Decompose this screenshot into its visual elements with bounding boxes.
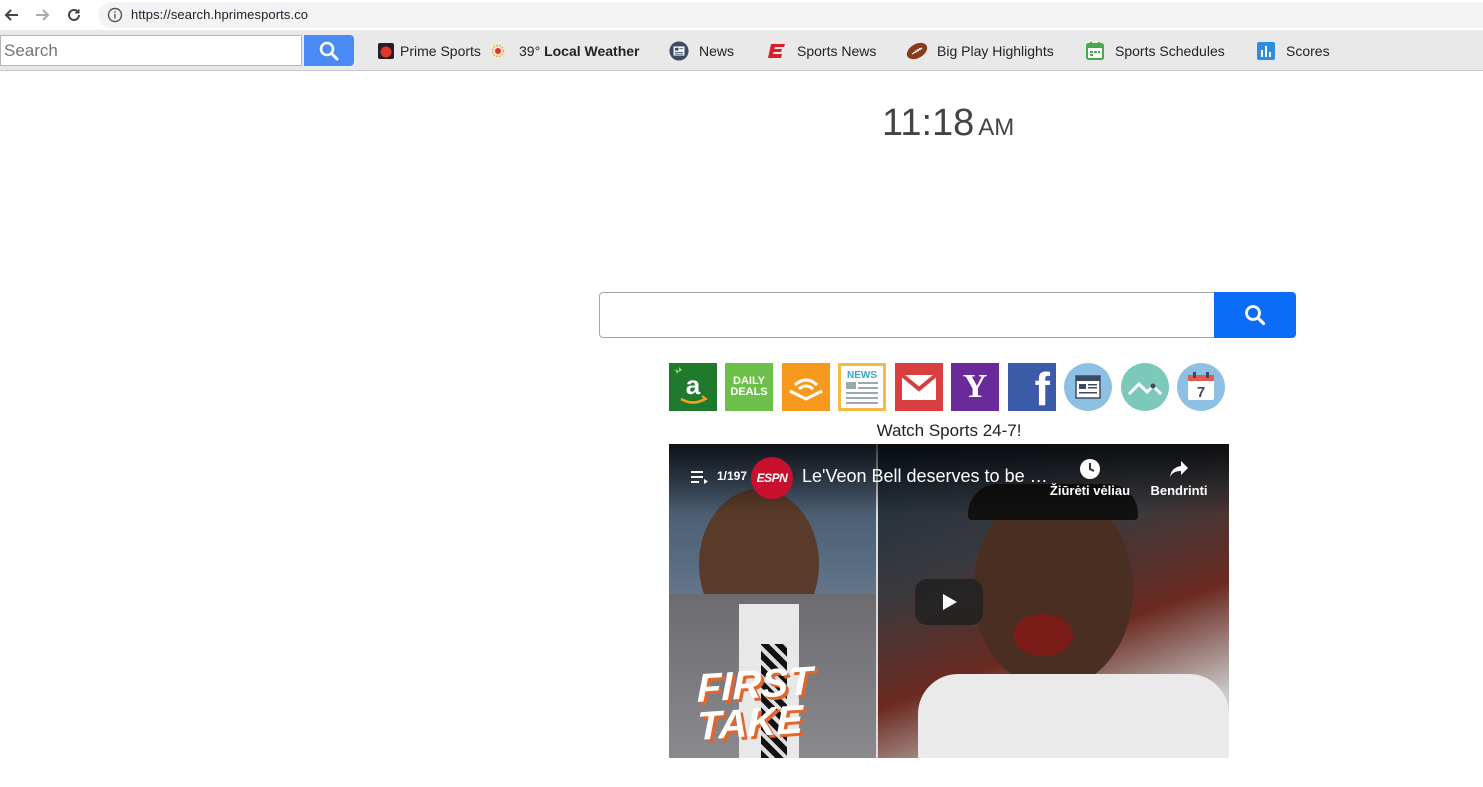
channel-name: ESPN (756, 471, 788, 485)
share-icon (1170, 461, 1188, 477)
newspaper-tile[interactable] (1064, 363, 1112, 411)
prime-sports-icon (378, 43, 394, 59)
football-icon (905, 41, 929, 61)
amazon-tile[interactable]: a (669, 363, 717, 411)
yahoo-letter: Y (962, 368, 988, 405)
toolbar-item-label: Big Play Highlights (937, 43, 1054, 59)
audible-icon (789, 378, 823, 401)
arrow-right-icon (36, 9, 50, 21)
calendar-tile[interactable]: 7 (1177, 363, 1225, 411)
espn-e-icon (767, 41, 787, 61)
news-icon: NEWS (841, 366, 883, 408)
weather-temp: 39° (519, 43, 541, 59)
info-icon[interactable] (107, 7, 123, 23)
clock-time: 11:18 (882, 102, 975, 144)
channel-avatar[interactable]: ESPN (751, 457, 793, 499)
toolbar-news[interactable]: News (669, 40, 734, 62)
yahoo-tile[interactable]: Y (951, 363, 999, 411)
toolbar-item-label: Sports Schedules (1115, 43, 1225, 59)
search-icon (1245, 305, 1266, 326)
calendar-icon (1085, 41, 1105, 61)
weather-sun-icon (491, 44, 505, 58)
toolbar-prime-sports[interactable]: Prime Sports (378, 40, 481, 62)
browser-chrome: https://search.hprimesports.co (0, 0, 1483, 30)
main-search-input[interactable] (599, 292, 1215, 338)
toolbar-local-weather[interactable]: 39° Local Weather (491, 40, 640, 62)
share-button[interactable]: Bendrinti (1134, 458, 1224, 498)
watch-later-button[interactable]: Žiūrėti vėliau (1045, 458, 1135, 498)
back-button[interactable] (1, 4, 23, 26)
toolbar-item-label: Local Weather (544, 43, 640, 59)
toolbar-item-label: Scores (1286, 43, 1330, 59)
toolbar-item-label: Sports News (797, 43, 877, 59)
clock-ampm: AM (978, 114, 1015, 141)
extension-toolbar: Prime Sports 39° Local Weather News Spor… (0, 30, 1483, 71)
video-title[interactable]: Le'Veon Bell deserves to be … (802, 466, 1048, 487)
gmail-tile[interactable] (895, 363, 943, 411)
mail-icon (900, 373, 938, 400)
calendar-icon: 7 (1188, 372, 1214, 401)
forward-button[interactable] (31, 4, 53, 26)
first-take-line2: TAKE (697, 697, 803, 750)
toolbar-sports-schedules[interactable]: Sports Schedules (1085, 40, 1225, 62)
audible-tile[interactable] (782, 363, 830, 411)
main-search-button[interactable] (1214, 292, 1296, 338)
toolbar-scores[interactable]: Scores (1256, 40, 1330, 62)
address-bar[interactable]: https://search.hprimesports.co (98, 2, 1483, 28)
daily-deals-tile[interactable]: DAILY DEALS (725, 363, 773, 411)
line-chart-icon (1127, 381, 1163, 396)
toolbar-search-input[interactable] (0, 35, 302, 66)
daily-deals-line2: DEALS (730, 386, 768, 398)
amazon-letter: a (686, 370, 701, 400)
toolbar-sports-news[interactable]: Sports News (767, 40, 876, 62)
playlist-count: 1/197 (717, 469, 748, 483)
toolbar-item-label: News (699, 43, 735, 59)
arrow-left-icon (4, 9, 18, 21)
reload-button[interactable] (63, 4, 85, 26)
facebook-tile[interactable]: f (1008, 363, 1056, 411)
first-take-logo: FIRST TAKE (697, 659, 813, 750)
open-mouth (1013, 614, 1073, 656)
toolbar-search-button[interactable] (304, 35, 354, 66)
news-tile[interactable]: NEWS (838, 363, 886, 411)
video-player[interactable]: FIRST TAKE 1/197 ESPN Le'Veon Bell deser… (669, 444, 1229, 758)
toolbar-big-play-highlights[interactable]: Big Play Highlights (905, 40, 1054, 62)
news-tile-label: NEWS (847, 370, 877, 381)
play-icon (943, 594, 957, 610)
play-button[interactable] (915, 579, 983, 625)
watch-later-label: Žiūrėti vėliau (1049, 483, 1131, 498)
jersey (918, 674, 1229, 758)
stocks-tile[interactable] (1121, 363, 1169, 411)
clock: 11:18 AM (882, 102, 1014, 145)
facebook-letter: f (1034, 363, 1050, 411)
bar-chart-icon (1256, 41, 1276, 61)
share-label: Bendrinti (1150, 483, 1208, 498)
news-icon (669, 41, 689, 61)
amazon-icon: a (669, 363, 717, 411)
url-text: https://search.hprimesports.co (131, 7, 309, 22)
playlist-icon[interactable] (691, 470, 709, 484)
clock-icon (1080, 459, 1100, 479)
newspaper-icon (1075, 375, 1101, 399)
toolbar-item-label: Prime Sports (400, 43, 481, 59)
calendar-day: 7 (1197, 384, 1205, 401)
reload-icon (68, 8, 80, 21)
search-icon (319, 41, 339, 60)
watch-sports-label: Watch Sports 24-7! (876, 421, 1022, 440)
